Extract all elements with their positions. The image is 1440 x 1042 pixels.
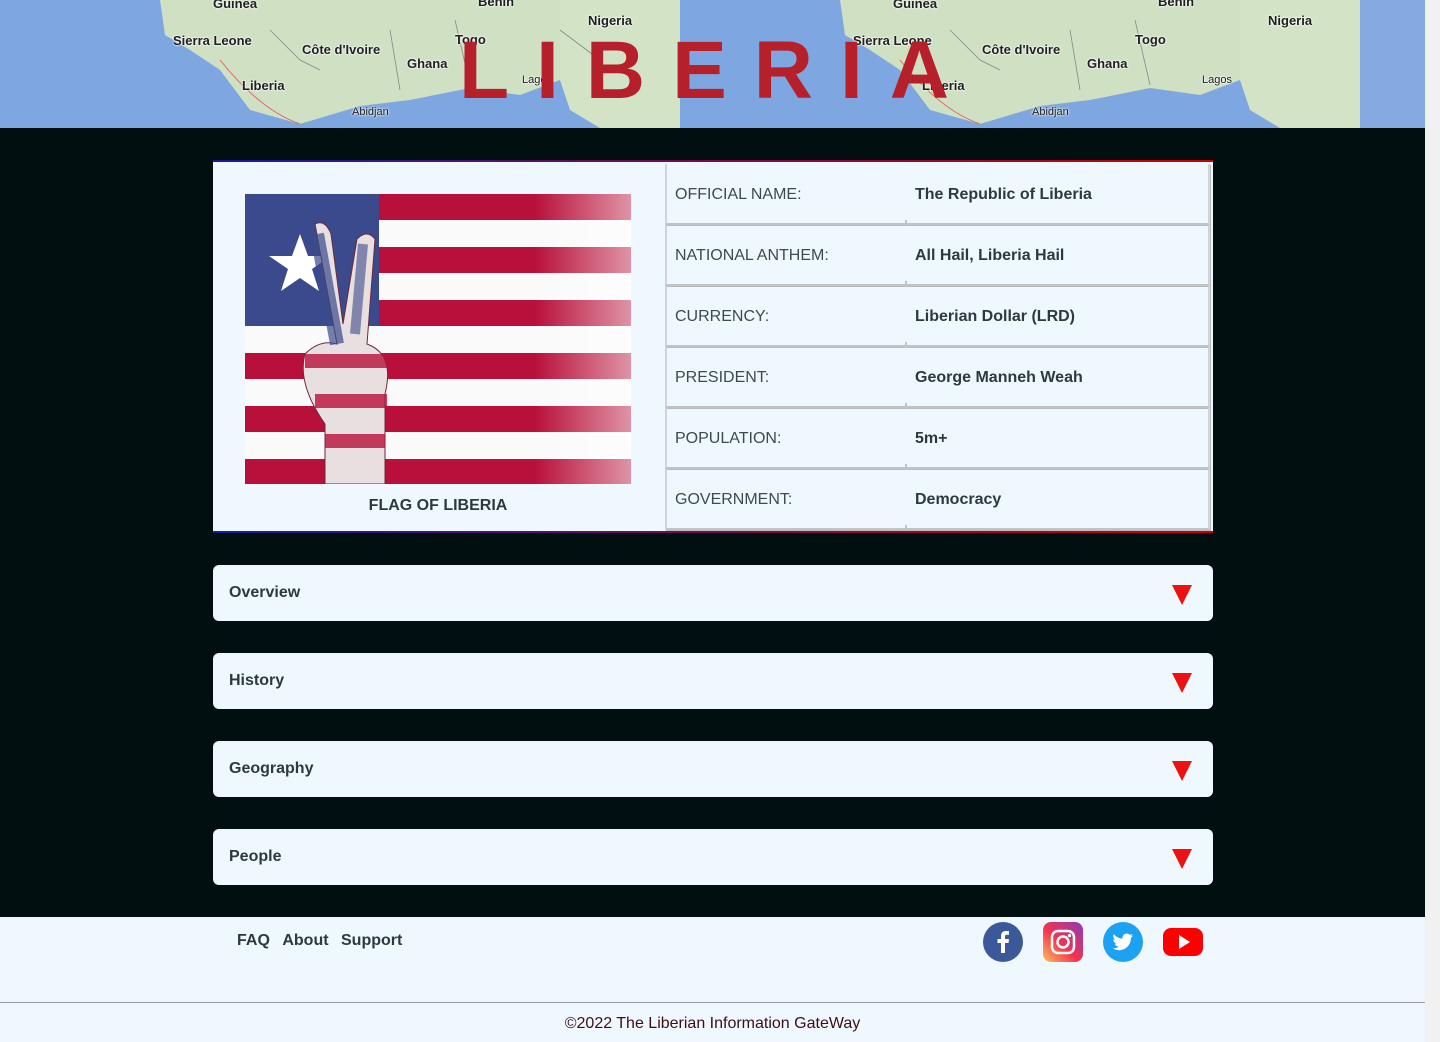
page-title: LIBERIA xyxy=(459,25,976,116)
fact-value: George Manneh Weah xyxy=(915,369,1083,386)
fact-row-president: PRESIDENT: George Manneh Weah xyxy=(665,347,1210,409)
scrollbar[interactable] xyxy=(1425,0,1440,1042)
accordion-label: People xyxy=(229,848,282,865)
map-label-guinea: Guinea xyxy=(213,0,258,11)
fact-row-official-name: OFFICIAL NAME: The Republic of Liberia xyxy=(665,164,1210,226)
fact-row-national-anthem: NATIONAL ANTHEM: All Hail, Liberia Hail xyxy=(665,225,1210,287)
fact-value: Democracy xyxy=(915,491,1002,508)
footer-link-faq[interactable]: FAQ xyxy=(237,932,270,949)
triangle-down-icon[interactable] xyxy=(1172,585,1192,605)
map-label-guinea: Guinea xyxy=(893,0,938,11)
fact-key: POPULATION: xyxy=(675,430,782,447)
fact-key: CURRENCY: xyxy=(675,308,770,325)
flag-image xyxy=(245,194,631,484)
fact-row-population: POPULATION: 5m+ xyxy=(665,408,1210,470)
instagram-icon[interactable] xyxy=(1043,922,1083,962)
footer-links: FAQ About Support xyxy=(237,932,410,950)
accordion-label: Geography xyxy=(229,760,314,777)
twitter-icon[interactable] xyxy=(1103,922,1143,962)
fact-row-currency: CURRENCY: Liberian Dollar (LRD) xyxy=(665,286,1210,348)
fact-value: All Hail, Liberia Hail xyxy=(915,247,1065,264)
fact-key: PRESIDENT: xyxy=(675,369,770,386)
facts-table: OFFICIAL NAME: The Republic of Liberia N… xyxy=(665,164,1210,531)
copyright-text: ©2022 The Liberian Information GateWay xyxy=(564,1015,861,1032)
footer: FAQ About Support ©2022 The Liberian Inf… xyxy=(0,917,1425,1042)
map-label-benin: Benin xyxy=(1158,0,1195,9)
youtube-icon[interactable] xyxy=(1163,922,1203,962)
triangle-down-icon[interactable] xyxy=(1172,849,1192,869)
fact-key: GOVERNMENT: xyxy=(675,491,793,508)
country-info-card: FLAG OF LIBERIA OFFICIAL NAME: The Repub… xyxy=(213,160,1213,533)
fact-value: 5m+ xyxy=(915,430,948,447)
fact-key: NATIONAL ANTHEM: xyxy=(675,247,829,264)
flag-caption: FLAG OF LIBERIA xyxy=(368,497,508,514)
accordion-overview[interactable]: Overview xyxy=(213,565,1213,621)
accordion-history[interactable]: History xyxy=(213,653,1213,709)
footer-link-about[interactable]: About xyxy=(282,932,328,949)
fact-key: OFFICIAL NAME: xyxy=(675,186,802,203)
facebook-icon[interactable] xyxy=(983,922,1023,962)
map-label-benin: Benin xyxy=(478,0,515,9)
fact-value: The Republic of Liberia xyxy=(915,186,1092,203)
accordion-label: Overview xyxy=(229,584,301,601)
divider xyxy=(905,525,907,531)
accordion-people[interactable]: People xyxy=(213,829,1213,885)
triangle-down-icon[interactable] xyxy=(1172,761,1192,781)
fact-row-government: GOVERNMENT: Democracy xyxy=(665,469,1210,531)
triangle-down-icon[interactable] xyxy=(1172,673,1192,693)
accordion-label: History xyxy=(229,672,285,689)
header-banner: Guinea Benin Nigeria Sierra Leone Côte d… xyxy=(0,0,1425,128)
accordion-geography[interactable]: Geography xyxy=(213,741,1213,797)
footer-link-support[interactable]: Support xyxy=(341,932,402,949)
fact-value: Liberian Dollar (LRD) xyxy=(915,308,1076,325)
footer-divider xyxy=(0,1002,1425,1003)
